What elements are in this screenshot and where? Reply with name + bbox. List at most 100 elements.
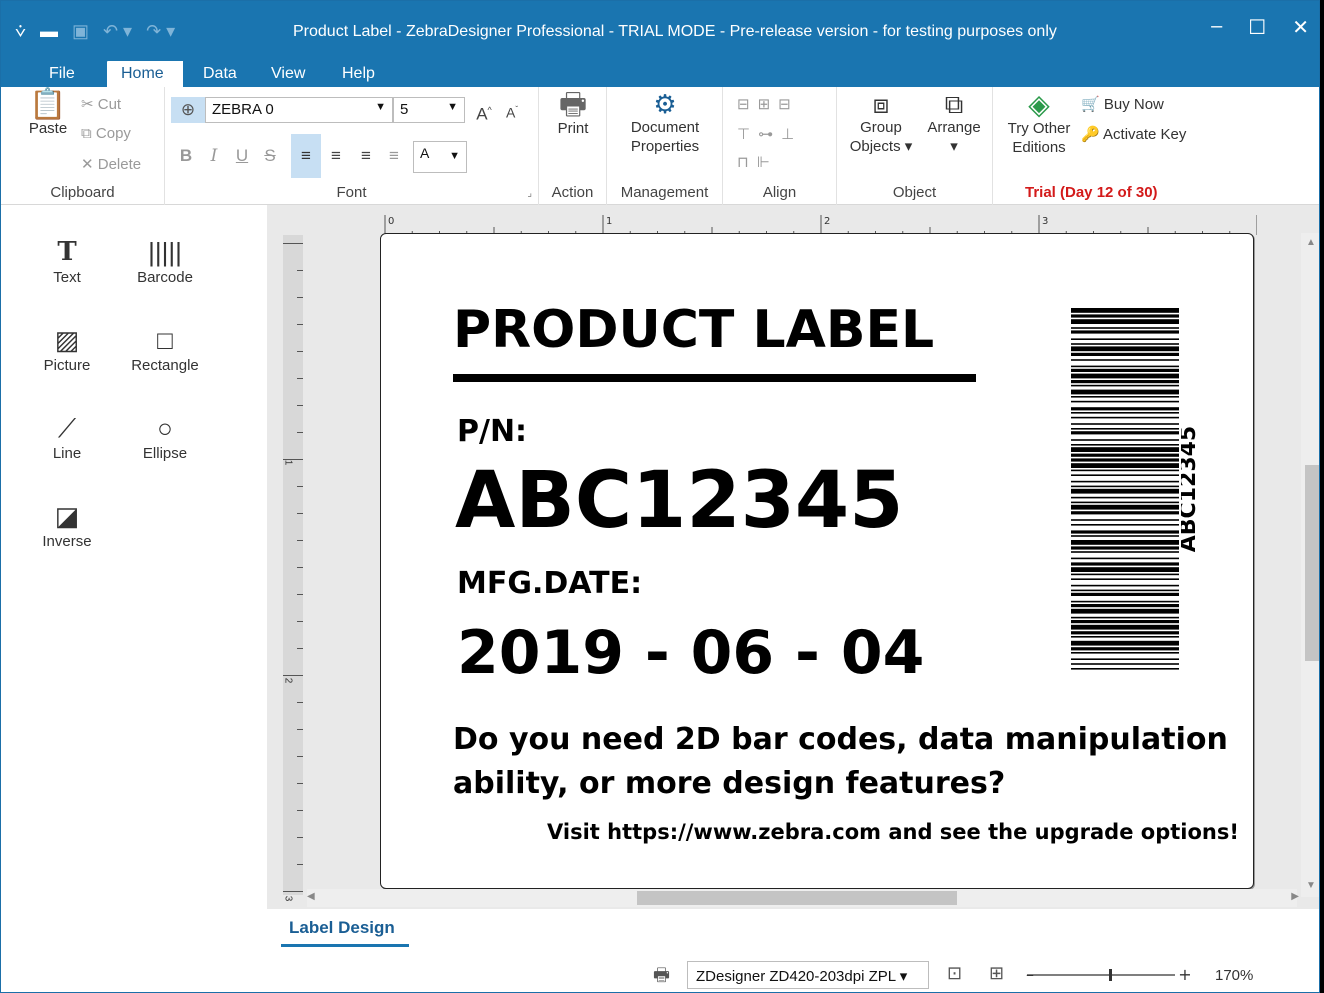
tool-rectangle[interactable]: □ Rectangle	[117, 323, 213, 374]
strikethrough-icon[interactable]: S	[257, 143, 283, 169]
visit-text[interactable]: Visit https://www.zebra.com and see the …	[547, 820, 1239, 844]
undo-icon[interactable]: ↶ ▾	[103, 19, 132, 43]
tab-file[interactable]: File	[35, 61, 89, 89]
ruler-tick	[297, 324, 303, 325]
arrange-label: Arrange	[927, 119, 981, 136]
barcode-bar	[1071, 319, 1179, 324]
shrink-font-icon[interactable]: Aˇ	[499, 97, 525, 123]
promo-line-2[interactable]: ability, or more design features?	[453, 766, 1005, 801]
font-family-select[interactable]: ZEBRA 0 ▼	[205, 97, 393, 123]
scroll-left-icon[interactable]: ◀	[307, 891, 315, 902]
vertical-scrollbar[interactable]: ▲ ▼	[1301, 233, 1319, 897]
group-objects-button[interactable]: ⧈ Group Objects ▾	[845, 91, 917, 156]
barcode-bar	[1071, 616, 1179, 619]
maximize-button[interactable]: ☐	[1248, 15, 1266, 40]
tab-data[interactable]: Data	[189, 61, 251, 89]
align-left-icon[interactable]: ≡	[291, 134, 321, 178]
print-button[interactable]: 🖶 Print	[547, 90, 599, 138]
tab-label-design[interactable]: Label Design	[281, 909, 409, 947]
inverse-icon: ◪	[54, 501, 80, 531]
clipboard-group: 📋 Paste ✂ Cut ⧉ Copy ✕ Delete Clipboard	[1, 87, 165, 205]
justify-icon[interactable]: ≡	[381, 143, 407, 169]
align-right-icon[interactable]: ≡	[353, 143, 379, 169]
barcode-bar	[1071, 416, 1179, 419]
tool-barcode-label: Barcode	[137, 269, 193, 286]
try-other-label-2: Editions	[1012, 139, 1066, 156]
delete-button[interactable]: ✕ Delete	[81, 155, 141, 173]
bold-icon[interactable]: B	[173, 143, 199, 169]
save-icon[interactable]: ▣	[72, 19, 89, 43]
zoom-slider[interactable]: + –	[1025, 965, 1195, 985]
minimize-button[interactable]: –	[1211, 15, 1222, 40]
promo-line-1[interactable]: Do you need 2D bar codes, data manipulat…	[453, 722, 1228, 757]
ruler-number: 3	[1042, 216, 1048, 227]
barcode-bar	[1071, 567, 1179, 572]
barcode-bar	[1071, 365, 1179, 368]
align-top-row-icons[interactable]: ⊟⊞⊟	[737, 95, 799, 113]
close-button[interactable]: ✕	[1292, 15, 1309, 40]
horizontal-scroll-thumb[interactable]	[637, 891, 957, 905]
grow-font-icon[interactable]: A^	[471, 97, 497, 124]
scissors-icon: ✂	[81, 96, 94, 113]
tab-help[interactable]: Help	[328, 61, 389, 89]
font-group-label: Font	[336, 184, 367, 201]
tab-view[interactable]: View	[257, 61, 319, 89]
tool-inverse[interactable]: ◪ Inverse	[19, 499, 115, 550]
scroll-up-icon[interactable]: ▲	[1306, 237, 1316, 248]
barcode-bar	[1071, 488, 1179, 494]
open-folder-icon[interactable]: ▬	[40, 19, 58, 43]
ruler-tick	[297, 702, 303, 703]
tool-text[interactable]: T Text	[19, 235, 115, 286]
mfg-label[interactable]: MFG.DATE:	[457, 566, 642, 601]
fit-width-icon[interactable]: ⊞	[989, 963, 1004, 984]
italic-icon[interactable]: I	[201, 143, 227, 169]
vertical-scroll-thumb[interactable]	[1305, 465, 1319, 661]
barcode-human-readable[interactable]: ABC12345	[1181, 424, 1209, 554]
font-color-picker[interactable]: A ▼	[413, 141, 467, 173]
app-logo-icon: ⩒	[15, 21, 26, 41]
cut-button[interactable]: ✂ Cut	[81, 95, 121, 113]
font-color-icon: A	[420, 145, 430, 161]
buy-now-button[interactable]: 🛒 Buy Now	[1081, 95, 1164, 113]
label-paper[interactable]: PRODUCT LABEL P/N: ABC12345 MFG.DATE: 20…	[380, 233, 1254, 889]
scroll-right-icon[interactable]: ▶	[1291, 891, 1299, 902]
activate-key-label: Activate Key	[1103, 126, 1187, 143]
barcode-bar	[1071, 384, 1179, 387]
barcode-bar	[1071, 540, 1179, 545]
distribute-row-icons[interactable]: ⊓⊩	[737, 153, 778, 171]
pn-value[interactable]: ABC12345	[455, 456, 903, 546]
title-underline[interactable]	[453, 374, 976, 382]
font-size-select[interactable]: 5 ▼	[393, 97, 465, 123]
printer-select[interactable]: ZDesigner ZD420-203dpi ZPL ▾	[687, 961, 929, 989]
tool-line[interactable]: ⟋ Line	[19, 411, 115, 462]
printer-font-icon[interactable]: ⊕	[171, 97, 205, 123]
action-group: 🖶 Print Action	[539, 87, 607, 205]
align-center-icon[interactable]: ≡	[323, 143, 349, 169]
ruler-tick	[297, 567, 303, 568]
try-other-editions-button[interactable]: ◈ Try Other Editions	[999, 91, 1079, 157]
arrange-button[interactable]: ⧉ Arrange ▾	[919, 91, 989, 156]
tool-picture[interactable]: ▨ Picture	[19, 323, 115, 374]
barcode-bar	[1071, 314, 1179, 318]
pn-label[interactable]: P/N:	[457, 414, 527, 449]
design-canvas[interactable]: 01234 123 PRODUCT LABEL P/N: ABC12345 MF…	[267, 205, 1319, 909]
horizontal-scrollbar[interactable]: ◀ ▶	[307, 889, 1299, 907]
barcode-bar	[1071, 668, 1179, 670]
dialog-launcher-icon[interactable]: ⌟	[527, 188, 532, 199]
activate-key-button[interactable]: 🔑 Activate Key	[1081, 125, 1186, 143]
tool-barcode[interactable]: ||||| Barcode	[117, 235, 213, 286]
document-properties-button[interactable]: ⚙ Document Properties	[613, 91, 717, 156]
paste-button[interactable]: 📋 Paste	[25, 90, 71, 138]
fit-page-icon[interactable]: ⊡	[947, 963, 962, 984]
copy-button[interactable]: ⧉ Copy	[81, 125, 131, 142]
mfg-value[interactable]: 2019 - 06 - 04	[457, 618, 924, 688]
barcode-graphic[interactable]	[1071, 308, 1179, 672]
tool-ellipse[interactable]: ○ Ellipse	[117, 411, 213, 462]
tab-home[interactable]: Home	[107, 61, 183, 89]
label-title[interactable]: PRODUCT LABEL	[453, 300, 934, 360]
tool-line-label: Line	[52, 445, 82, 462]
scroll-down-icon[interactable]: ▼	[1306, 880, 1316, 891]
redo-icon[interactable]: ↷ ▾	[146, 19, 175, 43]
underline-icon[interactable]: U	[229, 143, 255, 169]
align-middle-row-icons[interactable]: ⊤⊶⊥	[737, 125, 802, 143]
